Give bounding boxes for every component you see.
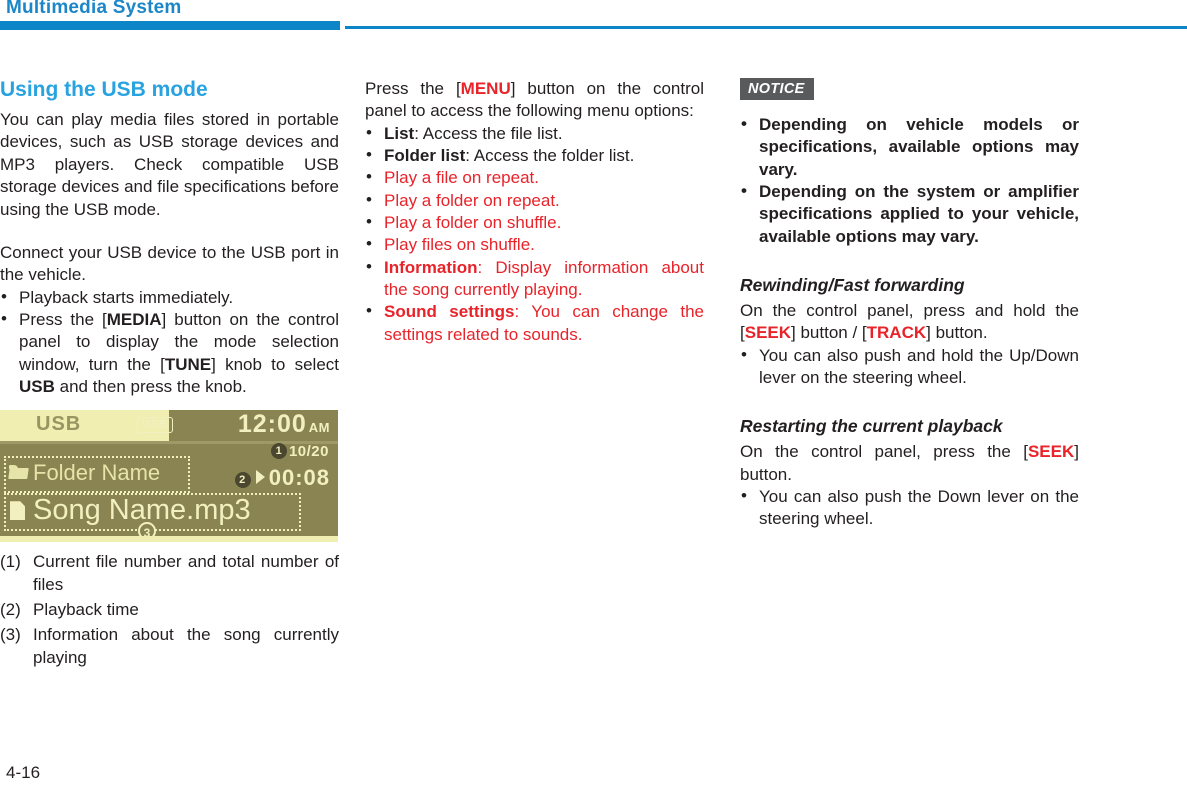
legend-number: (3) (0, 625, 21, 645)
display-track-counter: 1 10/20 (270, 443, 329, 461)
restarting-bullet-list: You can also push the Down lever on the … (740, 485, 1079, 531)
list-item: (3) Information about the song currently … (0, 624, 339, 669)
usb-display-illustration: USB USB 12:00 AM 1 10/20 2 00:08 Folder Nam… (0, 410, 338, 543)
menu-options-list: List: Access the file list. Folder list:… (365, 122, 704, 346)
body-suffix: ] button. (926, 323, 988, 343)
content-column-3: NOTICE Depending on vehicle models or sp… (740, 78, 1079, 531)
usb-connect-paragraph: Connect your USB device to the USB port … (0, 242, 339, 285)
list-item: Folder list: Access the folder list. (365, 144, 704, 167)
notice-bullet-list: Depending on vehicle models or specifica… (740, 113, 1079, 248)
list-item: List: Access the file list. (365, 122, 704, 145)
menu-option-text: Play a folder on shuffle. (384, 213, 562, 233)
legend-text: Information about the song currently pla… (33, 625, 339, 667)
menu-option-label: Sound settings (384, 302, 515, 322)
list-item: You can also push the Down lever on the … (740, 485, 1079, 531)
menu-option-label: List (384, 123, 415, 143)
display-playback-time: 2 00:08 (234, 465, 330, 491)
menu-option-text: Play a folder on repeat. (384, 190, 560, 210)
usb-connect-bullet-list: Playback starts immediately. Press the [… (0, 286, 339, 399)
notice-text: Depending on vehicle models or specifica… (759, 115, 1079, 179)
menu-option-label: Folder list (384, 146, 466, 166)
play-icon (255, 470, 265, 485)
rewinding-body: On the control panel, press and hold the… (740, 300, 1079, 345)
body-mid: ] button / [ (791, 323, 867, 343)
bullet-text: You can also push the Down lever on the … (759, 487, 1079, 529)
display-callout-legend: (1) Current file number and total number … (0, 551, 339, 669)
key-track: TRACK (866, 323, 927, 343)
content-column-2: Press the [MENU] button on the control p… (365, 78, 704, 346)
key-tune: TUNE (164, 354, 212, 374)
section-heading-rewinding: Rewinding/Fast forwarding (740, 275, 965, 296)
bullet-text-part: ] knob to select (211, 354, 339, 374)
usb-mode-intro-paragraph: You can play media files stored in porta… (0, 110, 339, 219)
list-item: Play a folder on repeat. (365, 189, 704, 212)
bullet-text-part: Press the [ (19, 309, 107, 329)
page-number: 4-16 (6, 763, 41, 782)
list-item: Press the [MEDIA] button on the control … (0, 308, 339, 398)
key-usb: USB (19, 376, 55, 396)
legend-number: (1) (0, 552, 21, 572)
file-icon (10, 501, 25, 521)
display-bottom-strip (0, 536, 338, 543)
list-item: Depending on the system or amplifier spe… (740, 180, 1079, 248)
menu-option-label: Information (384, 257, 478, 277)
list-item: Information: Display information about t… (365, 256, 704, 302)
notice-badge: NOTICE (740, 78, 814, 100)
list-item: Playback starts immediately. (0, 286, 339, 309)
section-heading-usb-mode: Using the USB mode (0, 78, 208, 101)
section-heading-restarting: Restarting the current playback (740, 416, 1003, 437)
list-item: Play files on shuffle. (365, 233, 704, 256)
list-item: Play a file on repeat. (365, 166, 704, 189)
display-folder-name: Folder Name (33, 460, 161, 486)
clock-ampm: AM (308, 420, 330, 436)
list-item: Play a folder on shuffle. (365, 211, 704, 234)
display-song-name: Song Name.mp3 (33, 494, 251, 527)
bullet-text: You can also push and hold the Up/Down l… (759, 345, 1079, 388)
notice-text: Depending on the system or amplifier spe… (759, 182, 1079, 246)
page-header: Multimedia System (0, 0, 1187, 38)
playback-time-value: 00:08 (268, 465, 330, 491)
content-column-1: Using the USB mode You can play media fi… (0, 78, 339, 672)
list-item: Depending on vehicle models or specifica… (740, 113, 1079, 181)
header-accent-bar (0, 21, 340, 30)
list-item: You can also push and hold the Up/Down l… (740, 344, 1079, 390)
menu-option-text: : Access the file list. (414, 123, 563, 143)
legend-text: Current file number and total number of … (33, 552, 339, 594)
bullet-text: Playback starts immediately. (19, 287, 234, 307)
key-menu: MENU (460, 79, 511, 98)
restarting-body: On the control panel, press the [SEEK] b… (740, 441, 1079, 486)
callout-marker-2: 2 (234, 472, 251, 489)
intro-prefix: Press the [ (365, 79, 461, 98)
list-item: (2) Playback time (0, 599, 339, 621)
list-item: (1) Current file number and total number … (0, 551, 339, 596)
page-title: Multimedia System (6, 0, 182, 18)
menu-intro-paragraph: Press the [MENU] button on the control p… (365, 78, 704, 123)
callout-marker-1: 1 (270, 443, 287, 460)
menu-option-text: Play a file on repeat. (384, 168, 539, 188)
rewinding-bullet-list: You can also push and hold the Up/Down l… (740, 344, 1079, 390)
key-seek: SEEK (744, 323, 792, 343)
bullet-text-part: and then press the knob. (54, 376, 247, 396)
key-seek: SEEK (1027, 442, 1075, 462)
list-item: Sound settings: You can change the setti… (365, 300, 704, 346)
key-media: MEDIA (106, 309, 162, 329)
clock-value: 12:00 (237, 410, 307, 439)
folder-icon (8, 465, 29, 480)
display-clock: 12:00 AM (238, 410, 330, 439)
display-mode-label: USB (36, 413, 82, 436)
legend-number: (2) (0, 599, 21, 619)
header-rule-line (345, 26, 1187, 29)
body-prefix: On the control panel, press the [ (740, 442, 1028, 462)
menu-option-text: Play files on shuffle. (384, 235, 535, 255)
track-count-value: 10/20 (288, 443, 329, 461)
legend-text: Playback time (33, 599, 139, 619)
usb-connected-icon: USB (137, 417, 173, 433)
menu-option-text: : Access the folder list. (465, 146, 635, 166)
